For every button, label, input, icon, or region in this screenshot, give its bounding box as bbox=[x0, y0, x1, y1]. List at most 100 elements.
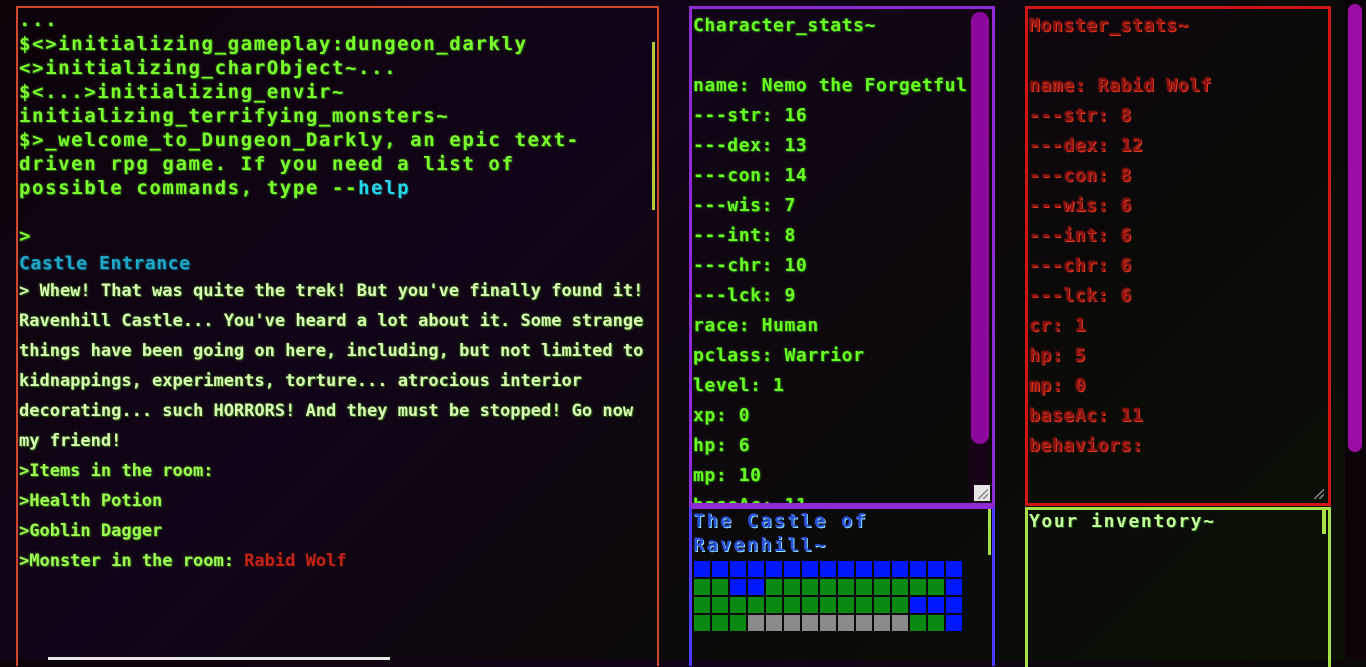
items-header: >Items in the room: bbox=[19, 461, 214, 481]
help-command-link[interactable]: help bbox=[358, 177, 410, 199]
map-row bbox=[693, 578, 963, 596]
map-floor-tile bbox=[819, 578, 837, 596]
character-stat-line: hp: 6 bbox=[693, 435, 751, 456]
character-stat-line: race: Human bbox=[693, 315, 819, 336]
monster-stat-line: baseAc: 11 bbox=[1029, 405, 1144, 426]
character-stat-line: level: 1 bbox=[693, 375, 785, 396]
map-path-tile bbox=[783, 614, 801, 632]
monster-stat-line: ---int: 6 bbox=[1029, 225, 1132, 246]
map-wall-tile bbox=[819, 560, 837, 578]
monster-stat-line: ---chr: 6 bbox=[1029, 255, 1132, 276]
boot-line: driven rpg game. If you need a list of bbox=[19, 153, 515, 175]
map-wall-tile bbox=[909, 560, 927, 578]
monster-stat-line: ---lck: 6 bbox=[1029, 285, 1132, 306]
monster-stats-panel[interactable]: Monster_stats~ name: Rabid Wolf ---str: 8… bbox=[1025, 6, 1331, 506]
page-scrollbar-thumb[interactable] bbox=[1348, 4, 1362, 452]
inventory-panel[interactable]: Your inventory~ bbox=[1025, 507, 1331, 667]
boot-line: $<>initializing_gameplay:dungeon_darkly bbox=[19, 33, 528, 55]
character-stat-line: name: Nemo the Forgetful bbox=[693, 75, 968, 96]
room-item: >Goblin Dagger bbox=[19, 521, 163, 541]
character-stats-panel[interactable]: Character_stats~ name: Nemo the Forgetfu… bbox=[689, 6, 995, 506]
map-scrollbar[interactable] bbox=[988, 509, 991, 555]
inventory-header: Your inventory~ bbox=[1029, 511, 1216, 532]
map-row bbox=[693, 596, 963, 614]
map-floor-tile bbox=[729, 596, 747, 614]
inventory-scrollbar[interactable] bbox=[1322, 510, 1326, 534]
map-wall-tile bbox=[711, 560, 729, 578]
map-floor-tile bbox=[747, 596, 765, 614]
character-stat-line: ---int: 8 bbox=[693, 225, 796, 246]
help-prefix: possible commands, type -- bbox=[19, 177, 359, 199]
map-floor-tile bbox=[765, 578, 783, 596]
monster-stat-line: ---str: 8 bbox=[1029, 105, 1132, 126]
map-floor-tile bbox=[801, 578, 819, 596]
map-floor-tile bbox=[891, 578, 909, 596]
map-wall-tile bbox=[747, 560, 765, 578]
map-wall-tile bbox=[729, 578, 747, 596]
map-row bbox=[693, 614, 963, 632]
terminal-scrollbar[interactable] bbox=[652, 42, 655, 210]
monster-stat-line: ---con: 8 bbox=[1029, 165, 1132, 186]
map-wall-tile bbox=[783, 560, 801, 578]
boot-line: $>_welcome_to_Dungeon_Darkly, an epic te… bbox=[19, 129, 580, 151]
map-wall-tile bbox=[945, 578, 963, 596]
monster-stat-line: cr: 1 bbox=[1029, 315, 1087, 336]
map-path-tile bbox=[765, 614, 783, 632]
map-path-tile bbox=[801, 614, 819, 632]
map-floor-tile bbox=[855, 578, 873, 596]
map-path-tile bbox=[891, 614, 909, 632]
character-stats-list: name: Nemo the Forgetful ---str: 16 ---dex… bbox=[692, 71, 992, 506]
stats-scrollbar-thumb[interactable] bbox=[971, 12, 989, 444]
character-stats-header: Character_stats~ bbox=[693, 15, 876, 36]
monster-stats-header: Monster_stats~ bbox=[1029, 15, 1190, 36]
character-stat-line: ---str: 16 bbox=[693, 105, 808, 126]
character-stat-line: baseAc: 11 bbox=[693, 495, 808, 506]
monster-stat-line: hp: 5 bbox=[1029, 345, 1087, 366]
map-wall-tile bbox=[927, 560, 945, 578]
monster-line: >Monster in the room: Rabid Wolf bbox=[18, 546, 657, 576]
monster-stat-line: ---dex: 12 bbox=[1029, 135, 1144, 156]
resize-handle[interactable] bbox=[1310, 485, 1326, 501]
character-stat-line: ---dex: 13 bbox=[693, 135, 808, 156]
map-floor-tile bbox=[909, 614, 927, 632]
character-stat-line: mp: 10 bbox=[693, 465, 762, 486]
monster-stat-line: behaviors: bbox=[1029, 435, 1144, 456]
map-floor-tile bbox=[873, 596, 891, 614]
map-floor-tile bbox=[891, 596, 909, 614]
map-wall-tile bbox=[837, 560, 855, 578]
map-path-tile bbox=[837, 614, 855, 632]
boot-line: $<...>initializing_envir~ bbox=[19, 81, 345, 103]
map-wall-tile bbox=[801, 560, 819, 578]
monster-prefix: >Monster in the room: bbox=[19, 551, 245, 571]
map-wall-tile bbox=[927, 596, 945, 614]
castle-map-grid bbox=[693, 560, 963, 632]
map-floor-tile bbox=[873, 578, 891, 596]
map-wall-tile bbox=[693, 560, 711, 578]
map-wall-tile bbox=[945, 560, 963, 578]
monster-stat-line: ---wis: 6 bbox=[1029, 195, 1132, 216]
map-floor-tile bbox=[837, 596, 855, 614]
room-item: >Health Potion bbox=[19, 491, 163, 511]
map-floor-tile bbox=[927, 578, 945, 596]
map-floor-tile bbox=[783, 578, 801, 596]
map-wall-tile bbox=[855, 560, 873, 578]
map-floor-tile bbox=[693, 578, 711, 596]
monster-stat-line: mp: 0 bbox=[1029, 375, 1087, 396]
resize-handle[interactable] bbox=[974, 485, 990, 501]
map-floor-tile bbox=[711, 596, 729, 614]
map-floor-tile bbox=[837, 578, 855, 596]
character-stat-line: ---wis: 7 bbox=[693, 195, 796, 216]
map-wall-tile bbox=[873, 560, 891, 578]
map-floor-tile bbox=[711, 578, 729, 596]
map-floor-tile bbox=[711, 614, 729, 632]
character-stat-line: ---lck: 9 bbox=[693, 285, 796, 306]
map-floor-tile bbox=[729, 614, 747, 632]
command-prompt[interactable]: > bbox=[18, 224, 657, 248]
game-terminal[interactable]: ... $<>initializing_gameplay:dungeon_dark… bbox=[16, 6, 659, 666]
character-stat-line: pclass: Warrior bbox=[693, 345, 865, 366]
map-path-tile bbox=[855, 614, 873, 632]
map-path-tile bbox=[819, 614, 837, 632]
character-stat-line: ---chr: 10 bbox=[693, 255, 808, 276]
